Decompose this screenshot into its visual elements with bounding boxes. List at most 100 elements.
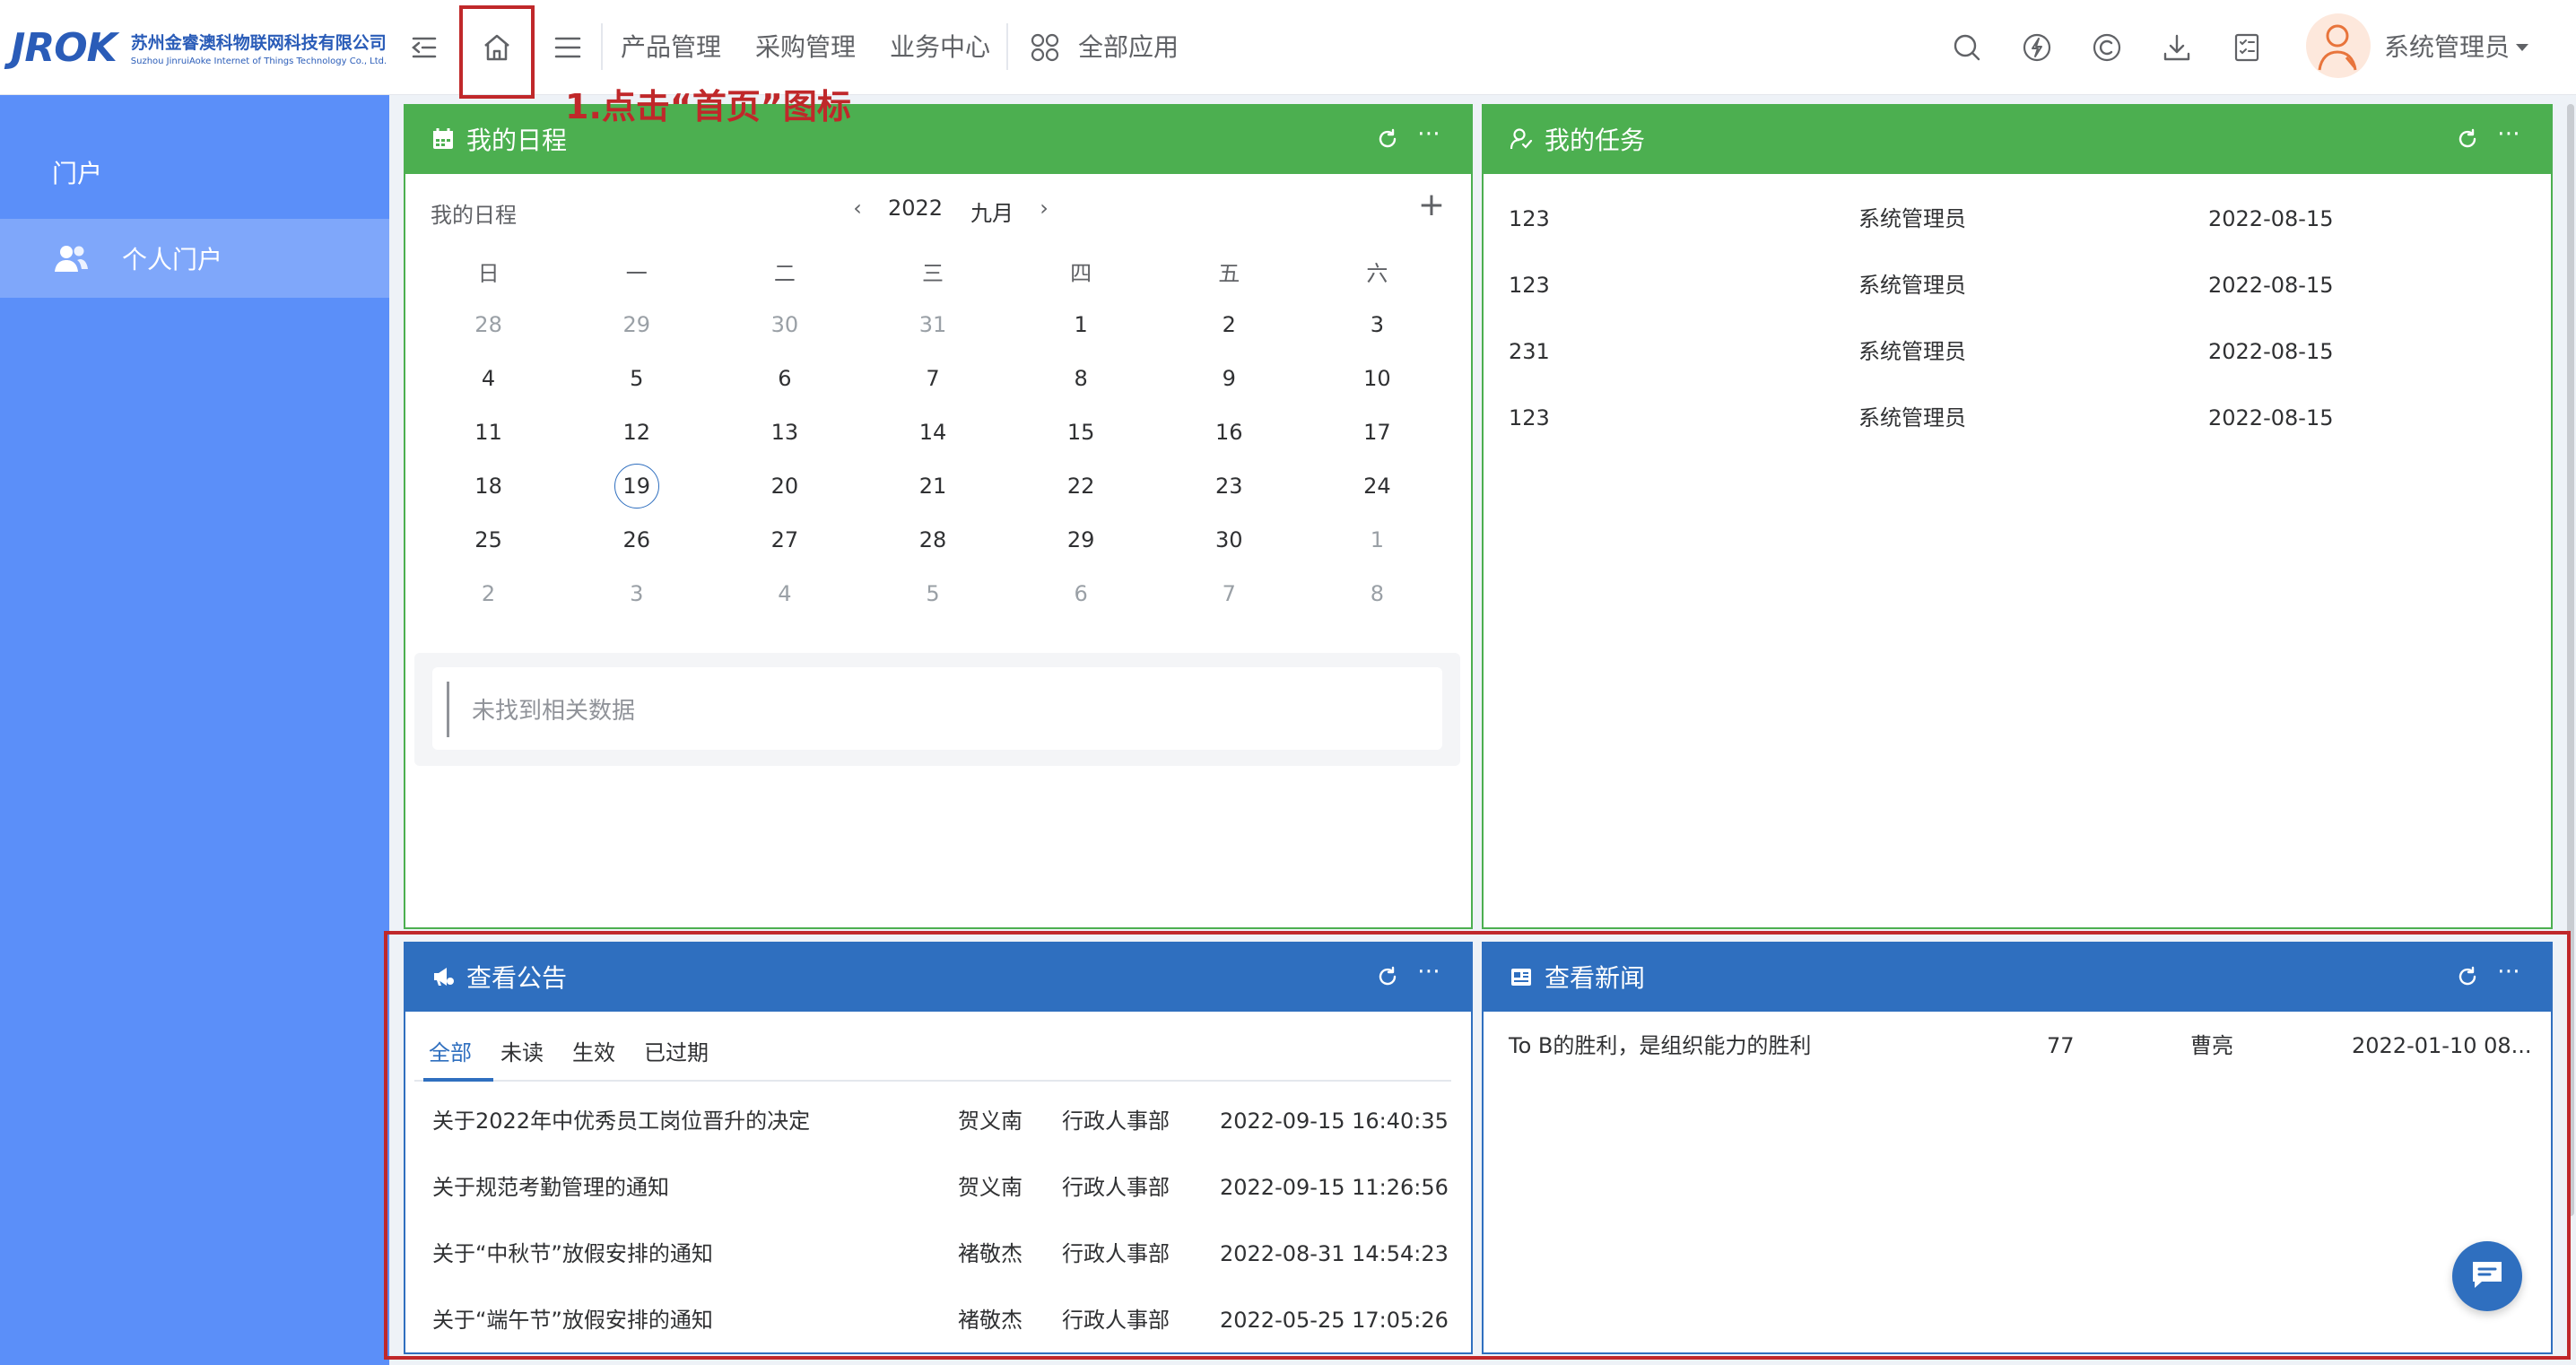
calendar-day[interactable]: 2 xyxy=(414,567,562,621)
calendar-day-number: 27 xyxy=(770,527,799,552)
calendar-day-number: 30 xyxy=(1215,527,1243,552)
task-row[interactable]: 123 系统管理员 2022-08-15 xyxy=(1509,400,2495,436)
calendar-day[interactable]: 8 xyxy=(1007,352,1155,405)
more-icon[interactable]: ⋯ xyxy=(2493,120,2524,151)
calendar-day-number: 21 xyxy=(918,474,947,499)
chevron-down-icon[interactable] xyxy=(2511,27,2533,68)
calendar-day[interactable]: 28 xyxy=(414,298,562,352)
calendar-day[interactable]: 23 xyxy=(1155,459,1303,513)
user-task-icon xyxy=(1509,126,1534,152)
calendar-day[interactable]: 6 xyxy=(1007,567,1155,621)
schedule-empty-state: 未找到相关数据 xyxy=(414,653,1460,766)
calendar-day[interactable]: 12 xyxy=(562,405,710,459)
calendar-day[interactable]: 3 xyxy=(1303,298,1451,352)
logo-wordmark: JROK xyxy=(11,24,117,71)
sidebar-item-personal-portal[interactable]: 个人门户 xyxy=(0,219,389,298)
calendar-day-number: 31 xyxy=(918,312,947,337)
calendar-icon xyxy=(431,126,456,152)
calendar-day[interactable]: 13 xyxy=(710,405,858,459)
task-id: 123 xyxy=(1509,206,1550,231)
calendar-day[interactable]: 2 xyxy=(1155,298,1303,352)
more-icon[interactable]: ⋯ xyxy=(1414,120,1444,151)
calendar-day[interactable]: 6 xyxy=(710,352,858,405)
nav-product-management[interactable]: 产品管理 xyxy=(621,27,721,68)
calendar-day[interactable]: 18 xyxy=(414,459,562,513)
calendar-day[interactable]: 17 xyxy=(1303,405,1451,459)
calendar-day[interactable]: 26 xyxy=(562,513,710,567)
task-list-icon[interactable] xyxy=(2226,27,2267,68)
lightning-icon[interactable] xyxy=(2016,27,2058,68)
download-icon[interactable] xyxy=(2156,27,2197,68)
sidebar-item-label: 个人门户 xyxy=(122,245,223,274)
calendar-day[interactable]: 1 xyxy=(1007,298,1155,352)
calendar-day[interactable]: 11 xyxy=(414,405,562,459)
calendar-day-number: 6 xyxy=(778,366,792,391)
avatar[interactable] xyxy=(2305,13,2371,79)
calendar-day[interactable]: 1 xyxy=(1303,513,1451,567)
calendar-day[interactable]: 30 xyxy=(1155,513,1303,567)
all-apps-icon[interactable] xyxy=(1024,27,1066,68)
calendar-day[interactable]: 7 xyxy=(1155,567,1303,621)
bottom-cards-highlight-box xyxy=(384,931,2571,1360)
task-row[interactable]: 123 系统管理员 2022-08-15 xyxy=(1509,267,2495,303)
add-icon[interactable]: + xyxy=(1415,189,1448,222)
calendar-day[interactable]: 24 xyxy=(1303,459,1451,513)
calendar-day[interactable]: 14 xyxy=(858,405,1006,459)
calendar-day-number: 26 xyxy=(622,527,650,552)
calendar-day[interactable]: 8 xyxy=(1303,567,1451,621)
nav-business-center[interactable]: 业务中心 xyxy=(890,27,990,68)
calendar-day-number: 7 xyxy=(1222,581,1236,606)
calendar-day-today[interactable]: 19 xyxy=(562,459,710,513)
calendar-day-number: 28 xyxy=(474,312,502,337)
calendar-day[interactable]: 7 xyxy=(858,352,1006,405)
calendar-day[interactable]: 3 xyxy=(562,567,710,621)
calendar-day[interactable]: 22 xyxy=(1007,459,1155,513)
task-row[interactable]: 123 系统管理员 2022-08-15 xyxy=(1509,201,2495,237)
calendar-day[interactable]: 4 xyxy=(710,567,858,621)
calendar-day[interactable]: 29 xyxy=(1007,513,1155,567)
chevron-right-icon[interactable]: › xyxy=(1031,196,1057,221)
calendar-day[interactable]: 29 xyxy=(562,298,710,352)
calendar-day[interactable]: 9 xyxy=(1155,352,1303,405)
calendar-day[interactable]: 20 xyxy=(710,459,858,513)
calendar-day-number: 30 xyxy=(770,312,799,337)
calendar-day[interactable]: 31 xyxy=(858,298,1006,352)
collapse-sidebar-icon[interactable] xyxy=(404,27,445,68)
weekday-header: 四 xyxy=(1070,260,1092,286)
calendar-day[interactable]: 16 xyxy=(1155,405,1303,459)
refresh-icon[interactable] xyxy=(2454,126,2481,152)
calendar-day-number: 16 xyxy=(1215,420,1243,445)
calendar-day[interactable]: 5 xyxy=(562,352,710,405)
calendar-day[interactable]: 28 xyxy=(858,513,1006,567)
chevron-left-icon[interactable]: ‹ xyxy=(845,196,870,221)
calendar-day-number: 8 xyxy=(1074,366,1088,391)
chat-button[interactable] xyxy=(2452,1241,2522,1311)
calendar-day-number: 18 xyxy=(474,474,502,499)
calendar-day-number: 5 xyxy=(926,581,940,606)
calendar-day[interactable]: 5 xyxy=(858,567,1006,621)
task-row[interactable]: 231 系统管理员 2022-08-15 xyxy=(1509,334,2495,370)
refresh-icon[interactable] xyxy=(1374,126,1401,152)
nav-all-apps[interactable]: 全部应用 xyxy=(1078,27,1179,68)
copyright-icon[interactable] xyxy=(2086,27,2128,68)
calendar-day[interactable]: 25 xyxy=(414,513,562,567)
brand-logo[interactable]: JROK 苏州金睿澳科物联网科技有限公司 Suzhou JinruiAoke I… xyxy=(11,23,387,72)
calendar-day[interactable]: 4 xyxy=(414,352,562,405)
nav-purchase-management[interactable]: 采购管理 xyxy=(755,27,856,68)
calendar-day[interactable]: 10 xyxy=(1303,352,1451,405)
schedule-card: 我的日程 ⋯ 我的日程 ‹ 2022 九月 › + 日一二三四五六 28 29 30 3… xyxy=(404,104,1473,929)
calendar-day-number: 8 xyxy=(1370,581,1385,606)
user-name[interactable]: 系统管理员 xyxy=(2384,27,2510,68)
company-name-cn: 苏州金睿澳科物联网科技有限公司 xyxy=(130,32,387,53)
calendar-day-number: 19 xyxy=(614,464,659,509)
calendar-day[interactable]: 15 xyxy=(1007,405,1155,459)
calendar-day[interactable]: 30 xyxy=(710,298,858,352)
task-owner: 系统管理员 xyxy=(1858,339,1966,364)
calendar-day[interactable]: 27 xyxy=(710,513,858,567)
calendar-day-number: 9 xyxy=(1222,366,1236,391)
calendar-day[interactable]: 21 xyxy=(858,459,1006,513)
calendar-day-number: 23 xyxy=(1215,474,1243,499)
search-icon[interactable] xyxy=(1946,27,1988,68)
sidebar: 门户 个人门户 xyxy=(0,95,389,1365)
menu-icon[interactable] xyxy=(547,27,588,68)
